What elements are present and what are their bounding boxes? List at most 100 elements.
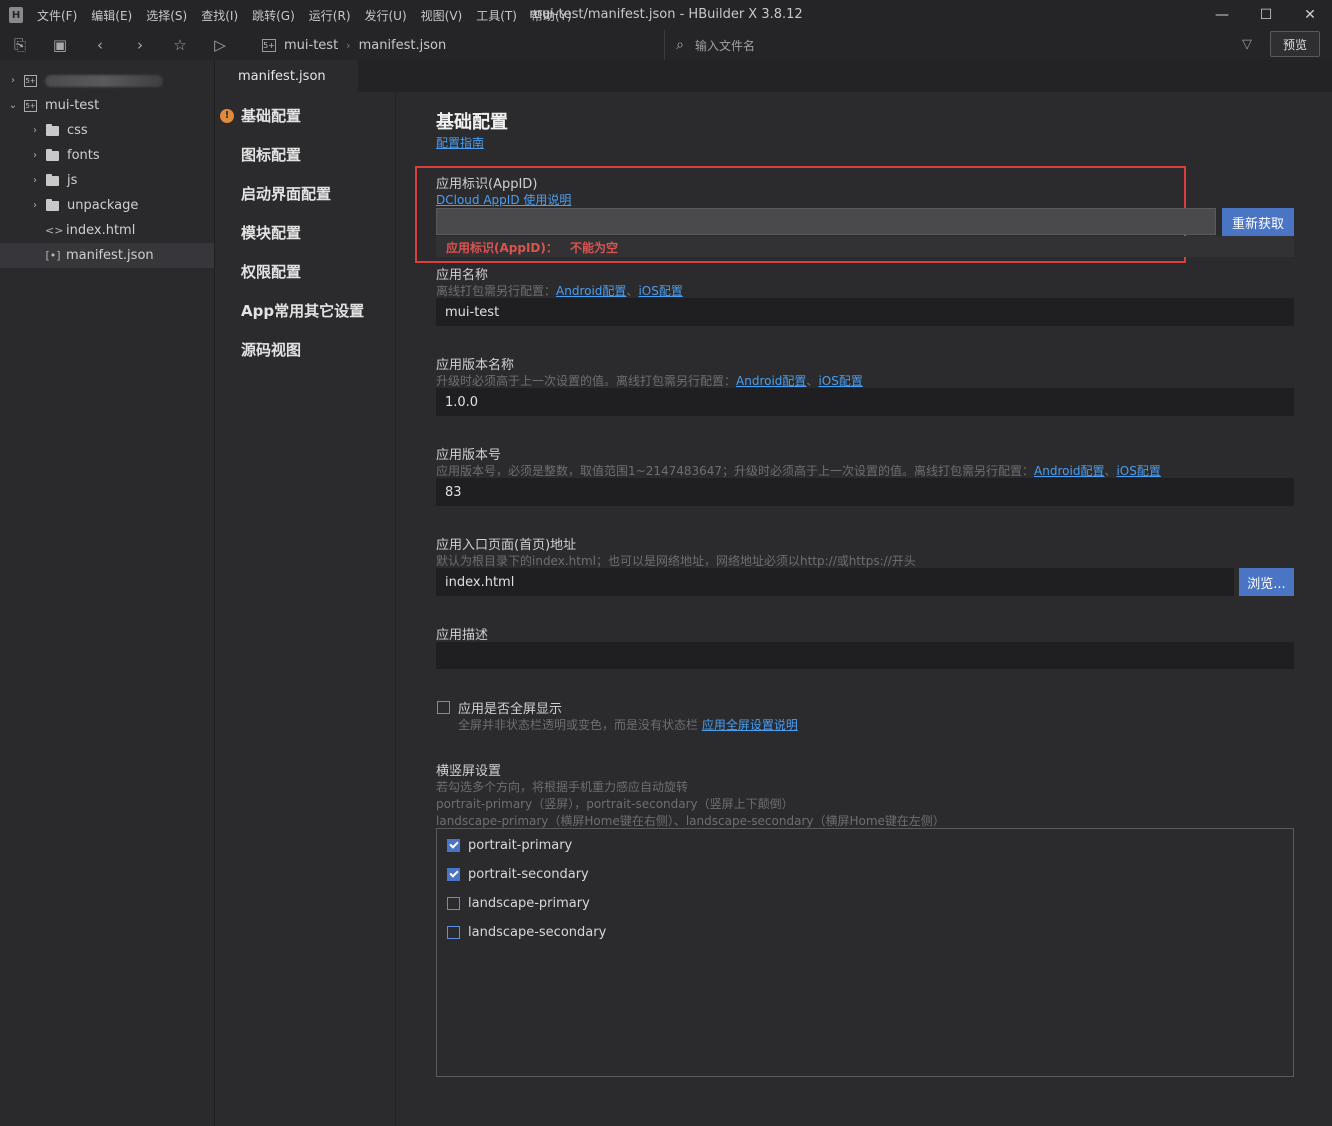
tree-item-label: js — [67, 173, 78, 188]
menu-goto[interactable]: 跳转(G) — [252, 7, 295, 24]
version-code-input[interactable]: 83 — [436, 478, 1294, 506]
file-search[interactable]: ⌕ 输入文件名 ▽ — [664, 30, 1264, 60]
android-config-link[interactable]: Android配置 — [736, 374, 806, 388]
nav-splash-config[interactable]: 启动界面配置 — [216, 174, 395, 213]
tree-item-hidden-project[interactable]: › 5+ — [0, 68, 214, 93]
orientation-label: 横竖屏设置 — [436, 764, 502, 779]
redacted-project-name — [45, 74, 163, 87]
tree-item-label: mui-test — [45, 98, 100, 113]
menu-file[interactable]: 文件(F) — [37, 7, 77, 24]
tree-item-index-html[interactable]: <> index.html — [0, 218, 214, 243]
tree-item-css[interactable]: › css — [0, 118, 214, 143]
tab-manifest-json[interactable]: manifest.json — [216, 60, 358, 92]
tree-item-label: index.html — [66, 223, 136, 238]
orientation-option-portrait-secondary[interactable]: portrait-secondary — [447, 867, 589, 882]
browse-button[interactable]: 浏览... — [1239, 568, 1294, 596]
preview-button[interactable]: 预览 — [1270, 31, 1320, 57]
back-icon[interactable]: ‹ — [80, 30, 120, 60]
tree-item-fonts[interactable]: › fonts — [0, 143, 214, 168]
fullscreen-checkbox[interactable] — [437, 701, 450, 714]
refresh-appid-button[interactable]: 重新获取 — [1222, 208, 1294, 236]
nav-permission-config[interactable]: 权限配置 — [216, 252, 395, 291]
nav-icon-config[interactable]: 图标配置 — [216, 135, 395, 174]
app-name-label: 应用名称 — [436, 268, 489, 283]
page-title: 基础配置 — [436, 112, 508, 133]
hbuilder-logo-icon: H — [9, 7, 23, 23]
nav-source-view[interactable]: 源码视图 — [216, 330, 395, 369]
tree-item-unpackage[interactable]: › unpackage — [0, 193, 214, 218]
tree-item-js[interactable]: › js — [0, 168, 214, 193]
project-icon: 5+ — [262, 38, 276, 52]
version-name-input[interactable]: 1.0.0 — [436, 388, 1294, 416]
portrait-primary-checkbox[interactable] — [447, 839, 460, 852]
option-label: portrait-secondary — [468, 867, 589, 882]
menu-find[interactable]: 查找(I) — [201, 7, 238, 24]
menu-select[interactable]: 选择(S) — [146, 7, 187, 24]
hint-text: 离线打包需另行配置： — [436, 284, 557, 298]
tree-item-manifest-json[interactable]: [•] manifest.json — [0, 243, 214, 268]
appid-help-link[interactable]: DCloud AppID 使用说明 — [436, 191, 571, 208]
maximize-button[interactable]: ☐ — [1244, 0, 1288, 30]
fullscreen-help-link[interactable]: 应用全屏设置说明 — [702, 718, 798, 732]
option-label: portrait-primary — [468, 838, 573, 853]
orientation-option-portrait-primary[interactable]: portrait-primary — [447, 838, 572, 853]
appid-input[interactable] — [436, 208, 1216, 235]
nav-module-config[interactable]: 模块配置 — [216, 213, 395, 252]
menu-tools[interactable]: 工具(T) — [476, 7, 517, 24]
forward-icon[interactable]: › — [120, 30, 160, 60]
android-config-link[interactable]: Android配置 — [556, 284, 626, 298]
chevron-right-icon[interactable]: › — [30, 125, 40, 136]
config-guide-link[interactable]: 配置指南 — [436, 134, 484, 151]
ios-config-link[interactable]: iOS配置 — [638, 284, 682, 298]
toolbar: ⎘ ▣ ‹ › ☆ ▷ 5+ mui-test › manifest.json … — [0, 30, 1332, 60]
save-icon[interactable]: ▣ — [40, 30, 80, 60]
tree-item-label: unpackage — [67, 198, 139, 213]
menu-help[interactable]: 帮助(Y) — [531, 7, 572, 24]
hint-separator: 、 — [626, 284, 639, 298]
tree-item-mui-test[interactable]: ⌄ 5+ mui-test — [0, 93, 214, 118]
project-icon: 5+ — [24, 74, 37, 87]
breadcrumb-project[interactable]: mui-test — [284, 38, 338, 53]
minimize-button[interactable]: — — [1200, 0, 1244, 30]
app-name-input[interactable]: mui-test — [436, 298, 1294, 326]
chevron-down-icon[interactable]: ⌄ — [8, 100, 18, 111]
star-icon[interactable]: ☆ — [160, 30, 200, 60]
nav-app-other-settings[interactable]: App常用其它设置 — [216, 291, 395, 330]
chevron-right-icon[interactable]: › — [30, 200, 40, 211]
nav-basic-config[interactable]: ! 基础配置 — [216, 96, 395, 135]
nav-label: App常用其它设置 — [241, 302, 365, 320]
fullscreen-option[interactable]: 应用是否全屏显示 — [437, 698, 562, 717]
menu-edit[interactable]: 编辑(E) — [91, 7, 132, 24]
menu-publish[interactable]: 发行(U) — [365, 7, 407, 24]
menu-bar: 文件(F) 编辑(E) 选择(S) 查找(I) 跳转(G) 运行(R) 发行(U… — [37, 7, 586, 24]
portrait-secondary-checkbox[interactable] — [447, 868, 460, 881]
description-label: 应用描述 — [436, 628, 489, 643]
orientation-option-landscape-primary[interactable]: landscape-primary — [447, 896, 590, 911]
appid-error-bar: 应用标识(AppID)： 不能为空 — [436, 236, 1294, 257]
hint-text: 应用版本号，必须是整数，取值范围1~2147483647；升级时必须高于上一次设… — [436, 464, 1035, 478]
run-icon[interactable]: ▷ — [200, 30, 240, 60]
menu-run[interactable]: 运行(R) — [309, 7, 351, 24]
orientation-option-landscape-secondary[interactable]: landscape-secondary — [447, 925, 606, 940]
tree-item-label: manifest.json — [66, 248, 154, 263]
entry-page-input[interactable]: index.html — [436, 568, 1234, 596]
menu-view[interactable]: 视图(V) — [421, 7, 463, 24]
new-file-icon[interactable]: ⎘ — [0, 30, 40, 60]
version-code-label: 应用版本号 — [436, 448, 502, 463]
landscape-primary-checkbox[interactable] — [447, 897, 460, 910]
entry-page-label: 应用入口页面(首页)地址 — [436, 538, 577, 553]
version-name-hint: 升级时必须高于上一次设置的值。离线打包需另行配置：Android配置、iOS配置 — [436, 372, 863, 389]
chevron-right-icon[interactable]: › — [8, 75, 18, 86]
chevron-right-icon[interactable]: › — [30, 175, 40, 186]
version-code-hint: 应用版本号，必须是整数，取值范围1~2147483647；升级时必须高于上一次设… — [436, 462, 1161, 479]
option-label: landscape-primary — [468, 896, 590, 911]
ios-config-link[interactable]: iOS配置 — [1116, 464, 1160, 478]
description-input[interactable] — [436, 642, 1294, 669]
breadcrumb-file[interactable]: manifest.json — [359, 38, 447, 53]
landscape-secondary-checkbox[interactable] — [447, 926, 460, 939]
filter-icon[interactable]: ▽ — [1242, 37, 1252, 52]
close-button[interactable]: ✕ — [1288, 0, 1332, 30]
ios-config-link[interactable]: iOS配置 — [818, 374, 862, 388]
chevron-right-icon[interactable]: › — [30, 150, 40, 161]
android-config-link[interactable]: Android配置 — [1034, 464, 1104, 478]
